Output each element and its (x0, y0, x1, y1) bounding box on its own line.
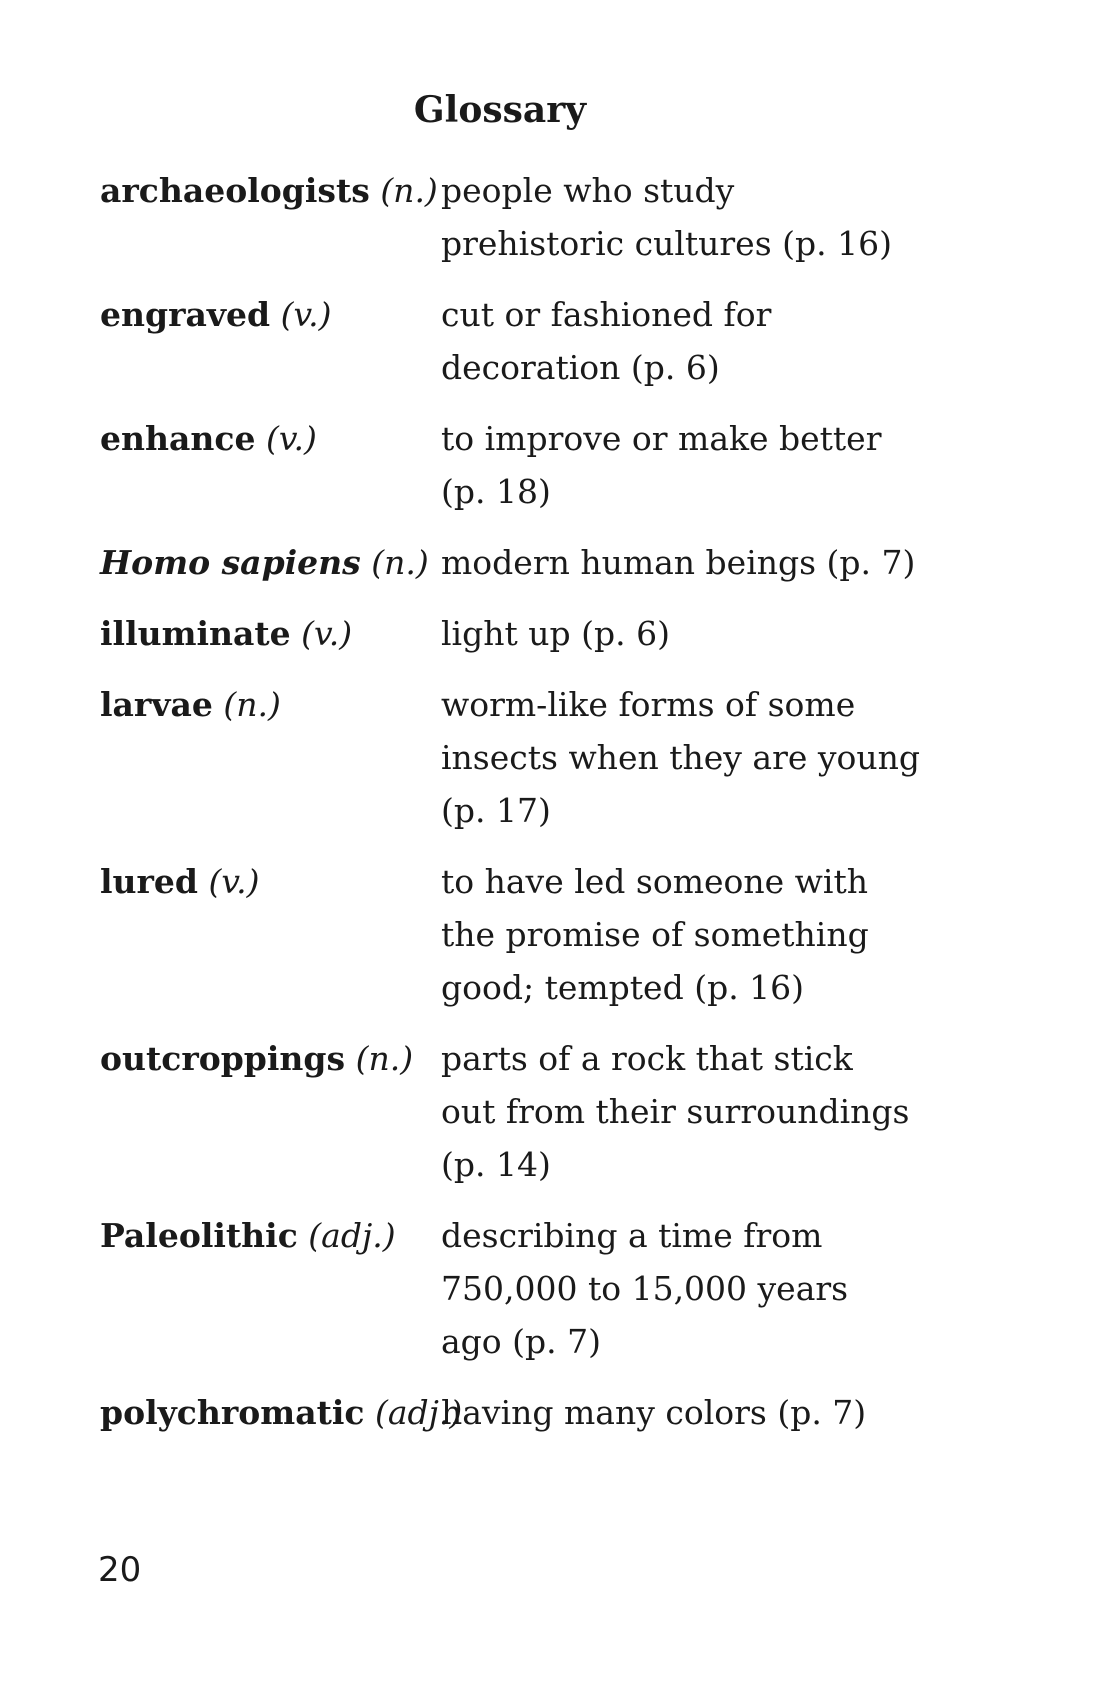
term-word: outcroppings (100, 1039, 346, 1078)
glossary-entry: Homo sapiens (n.) modern human beings (p… (100, 536, 980, 589)
part-of-speech: (v.) (265, 419, 317, 458)
term-word: engraved (100, 295, 271, 334)
term-word: larvae (100, 685, 213, 724)
glossary-term: Paleolithic (adj.) (100, 1209, 440, 1262)
term-definition: having many colors (p. 7) (441, 1393, 867, 1432)
glossary-entry: archaeologists (n.) people who study pre… (100, 164, 980, 270)
glossary-term: archaeologists (n.) (100, 164, 440, 217)
glossary-entry: outcroppings (n.) parts of a rock that s… (100, 1032, 980, 1191)
page-number: 20 (98, 1550, 142, 1590)
term-definition: describing a time from 750,000 to 15,000… (441, 1216, 849, 1361)
glossary-term: larvae (n.) (100, 678, 440, 731)
term-word: lured (100, 862, 198, 901)
term-definition: people who study prehistoric cultures (p… (441, 171, 892, 263)
glossary-term: outcroppings (n.) (100, 1032, 440, 1085)
part-of-speech: (v.) (280, 295, 332, 334)
term-definition: modern human beings (p. 7) (441, 543, 916, 582)
glossary-entry: larvae (n.) worm-like forms of some inse… (100, 678, 980, 837)
part-of-speech: (adj.) (308, 1216, 396, 1255)
term-word: polychromatic (100, 1393, 365, 1432)
glossary-list: archaeologists (n.) people who study pre… (100, 164, 980, 1439)
term-word: enhance (100, 419, 256, 458)
term-definition: worm-like forms of some insects when the… (441, 685, 920, 830)
glossary-entry: Paleolithic (adj.) describing a time fro… (100, 1209, 980, 1368)
term-definition: to improve or make better (p. 18) (441, 419, 882, 511)
part-of-speech: (n.) (355, 1039, 414, 1078)
glossary-term: lured (v.) (100, 855, 440, 908)
part-of-speech: (v.) (301, 614, 353, 653)
glossary-term: illuminate (v.) (100, 607, 440, 660)
glossary-entry: lured (v.) to have led someone with the … (100, 855, 980, 1014)
term-word: Homo sapiens (100, 543, 361, 582)
part-of-speech: (n.) (380, 171, 438, 210)
glossary-entry: polychromatic (adj.) having many colors … (100, 1386, 980, 1439)
glossary-entry: engraved (v.) cut or fashioned for decor… (100, 288, 980, 394)
glossary-page: Glossary archaeologists (n.) people who … (0, 0, 1100, 1700)
term-definition: parts of a rock that stick out from thei… (441, 1039, 910, 1184)
term-definition: to have led someone with the promise of … (441, 862, 869, 1007)
part-of-speech: (n.) (371, 543, 429, 582)
glossary-term: Homo sapiens (n.) (100, 536, 440, 589)
page-title: Glossary (413, 89, 587, 131)
glossary-term: polychromatic (adj.) (100, 1386, 462, 1439)
term-definition: light up (p. 6) (441, 614, 670, 653)
term-word: archaeologists (100, 171, 370, 210)
part-of-speech: (adj.) (374, 1393, 463, 1432)
part-of-speech: (n.) (223, 685, 281, 724)
term-definition: cut or fashioned for decoration (p. 6) (441, 295, 772, 387)
part-of-speech: (v.) (208, 862, 260, 901)
glossary-term: enhance (v.) (100, 412, 440, 465)
glossary-term: engraved (v.) (100, 288, 440, 341)
term-word: illuminate (100, 614, 291, 653)
glossary-entry: illuminate (v.) light up (p. 6) (100, 607, 980, 660)
term-word: Paleolithic (100, 1216, 298, 1255)
glossary-entry: enhance (v.) to improve or make better (… (100, 412, 980, 518)
